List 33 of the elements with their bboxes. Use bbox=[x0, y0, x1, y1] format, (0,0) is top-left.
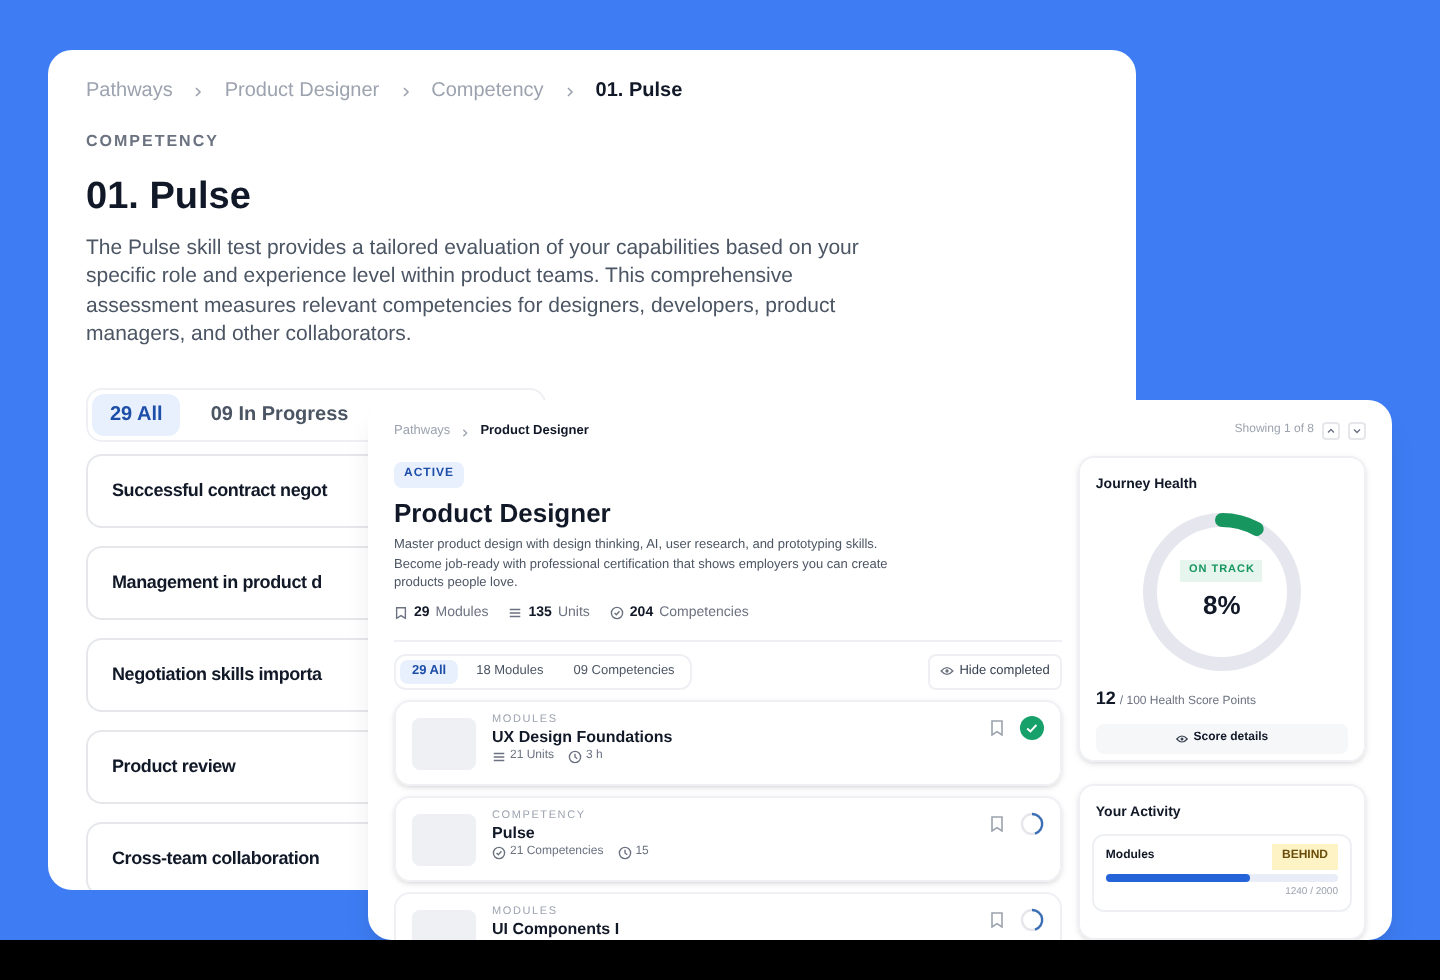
points-value: 12 bbox=[1095, 686, 1116, 713]
percent-value: 8% bbox=[1203, 587, 1241, 624]
check-circle-icon bbox=[492, 845, 506, 860]
bookmark-icon bbox=[989, 911, 1004, 928]
card-title: Pulse bbox=[492, 823, 537, 844]
card-title: UX Design Foundations bbox=[492, 727, 675, 748]
partial-ring-icon bbox=[1019, 811, 1044, 836]
check-circle-icon bbox=[609, 606, 624, 621]
filter-tab[interactable]: 29 All bbox=[92, 394, 181, 437]
chevron-right-icon bbox=[399, 85, 412, 97]
bookmark-icon bbox=[989, 719, 1004, 736]
bookmark-icon bbox=[394, 606, 408, 621]
page-title: Product Designer bbox=[394, 498, 613, 530]
page-title: 01. Pulse bbox=[86, 174, 253, 222]
partial-ring-icon bbox=[1019, 907, 1044, 932]
clock-icon bbox=[617, 845, 632, 860]
layers-icon bbox=[492, 749, 506, 764]
chevron-up-icon bbox=[1322, 422, 1340, 441]
chevron-right-icon bbox=[563, 85, 576, 97]
chevron-right-icon bbox=[460, 427, 471, 437]
eye-icon bbox=[1175, 733, 1188, 744]
breadcrumb-current: 01. Pulse bbox=[595, 78, 683, 106]
bookmark-icon bbox=[989, 815, 1004, 832]
check-circle-icon bbox=[1019, 715, 1044, 740]
clock-icon bbox=[568, 749, 583, 764]
eye-icon bbox=[939, 666, 954, 677]
chevron-down-icon bbox=[1348, 422, 1366, 441]
eyebrow-label: COMPETENCY bbox=[86, 130, 221, 154]
card-title: UI Components I bbox=[492, 919, 622, 940]
layers-icon bbox=[508, 606, 523, 621]
chevron-right-icon bbox=[192, 85, 205, 97]
filter-tab[interactable]: 09 In Progress bbox=[192, 394, 367, 437]
description-text: The Pulse skill test provides a tailored evaluation of your capabilities based on your specific role and experience level within product teams. This comprehensive assessment measures relevant competencies for designers, developers, product managers, and other collaborators. bbox=[86, 234, 861, 349]
